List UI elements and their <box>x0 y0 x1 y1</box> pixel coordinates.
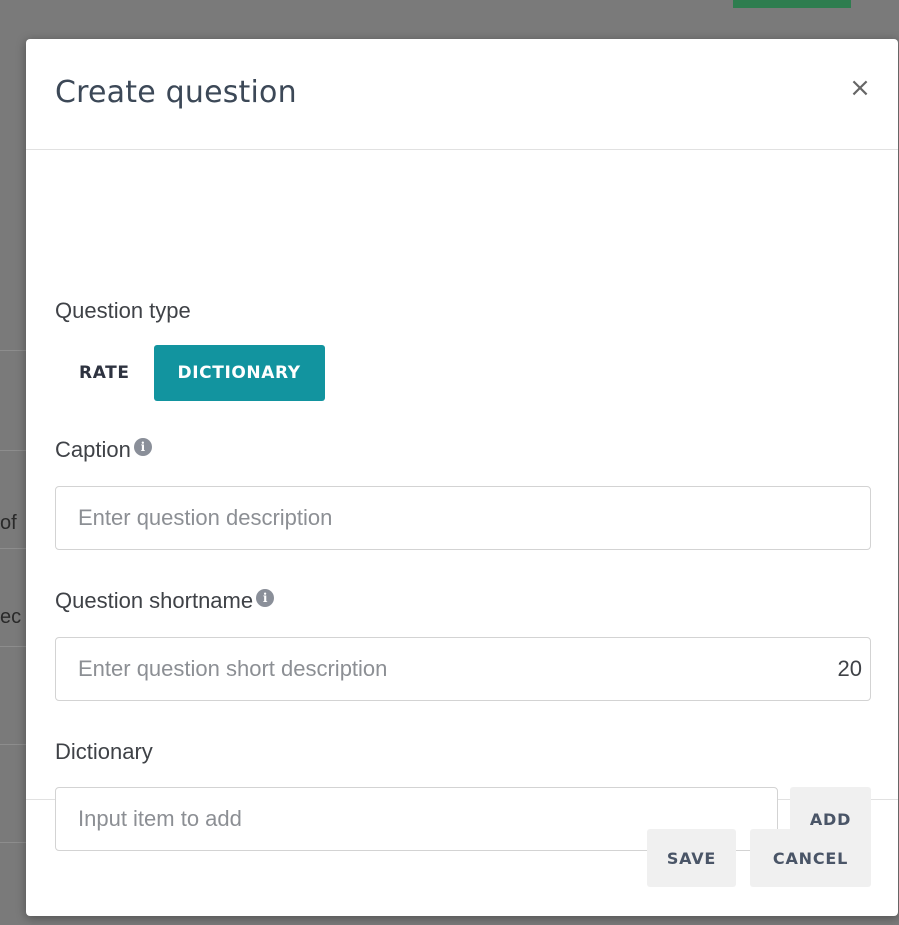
background-green-button <box>733 0 851 8</box>
create-question-dialog: Create question × Question type RATE DIC… <box>26 39 898 916</box>
info-icon[interactable]: i <box>256 589 275 607</box>
dialog-footer: SAVE CANCEL <box>26 800 898 915</box>
background-text: ec <box>0 606 22 628</box>
cancel-button[interactable]: CANCEL <box>750 829 871 887</box>
info-icon[interactable]: i <box>133 438 152 456</box>
caption-input[interactable] <box>56 487 870 549</box>
question-type-rate-button[interactable]: RATE <box>55 345 154 401</box>
shortname-label: Question shortname i <box>55 588 275 614</box>
dialog-body: Question type RATE DICTIONARY Caption i … <box>26 150 898 851</box>
dialog-title: Create question <box>55 75 297 110</box>
save-button[interactable]: SAVE <box>647 829 736 887</box>
shortname-field: 20 <box>55 637 871 701</box>
close-icon[interactable]: × <box>848 73 872 103</box>
question-type-toggle: RATE DICTIONARY <box>55 345 325 401</box>
dictionary-label: Dictionary <box>55 739 153 764</box>
question-type-dictionary-button[interactable]: DICTIONARY <box>153 345 325 401</box>
background-text: of <box>0 512 17 534</box>
char-counter: 20 <box>837 656 862 681</box>
question-type-label: Question type <box>55 298 191 323</box>
dialog-header: Create question × <box>26 39 898 150</box>
shortname-input[interactable] <box>56 638 870 700</box>
caption-label: Caption i <box>55 437 152 463</box>
caption-field <box>55 486 871 550</box>
